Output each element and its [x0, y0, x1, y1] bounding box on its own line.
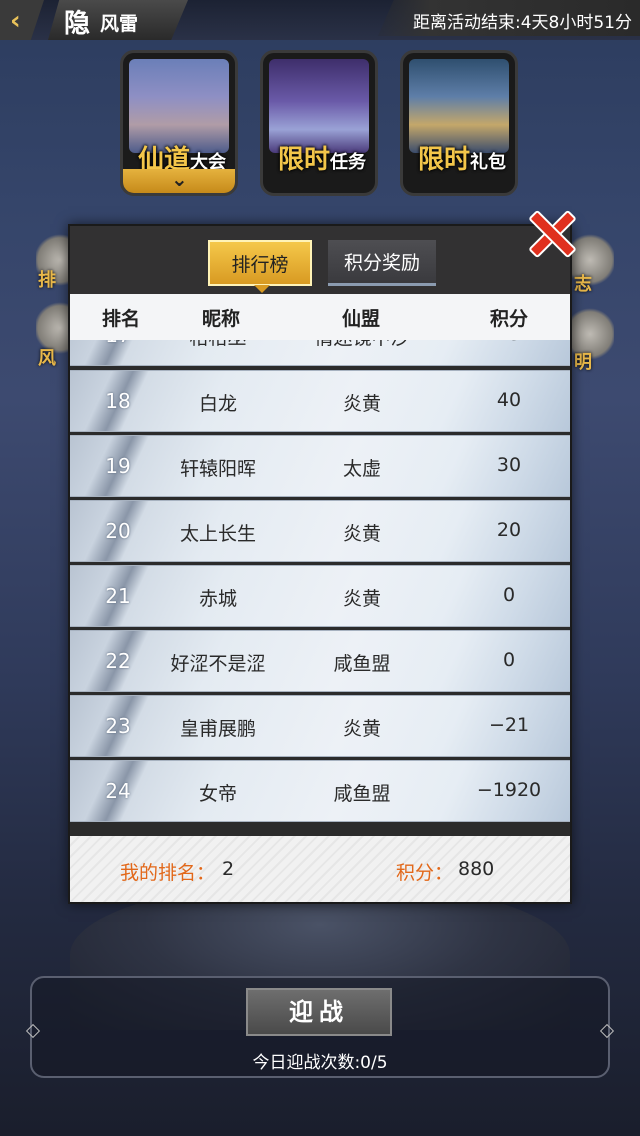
row-nickname: 太上长生 [179, 523, 256, 545]
close-icon[interactable] [526, 208, 578, 260]
column-rank: 排名 [101, 308, 140, 330]
row-alliance: 炎黄 [342, 588, 381, 610]
row-score: 0 [502, 584, 516, 606]
row-nickname: 赤城 [198, 588, 237, 610]
my-score-label: 积分： [396, 862, 454, 884]
table-row: 18 白龙 炎黄 40 [70, 370, 570, 432]
player-title-tab: 隐 风雷 [48, 0, 188, 40]
row-rank: 21 [105, 584, 131, 608]
event-countdown: 距离活动结束:4天8小时51分 [413, 13, 632, 33]
row-nickname: 白龙 [198, 393, 237, 415]
hidden-char: 隐 [64, 9, 91, 39]
table-row: 20 太上长生 炎黄 20 [70, 500, 570, 562]
event-card-limited-quest[interactable]: 限时任务 [260, 50, 378, 196]
row-alliance: 炎黄 [342, 718, 381, 740]
chevron-down-icon: ⌄ [171, 167, 188, 191]
row-nickname: 女帝 [198, 783, 237, 805]
row-rank: 17 [86, 340, 150, 347]
tab-leaderboard[interactable]: 排行榜 [208, 240, 312, 293]
row-nickname: 好涩不是涩 [170, 653, 266, 675]
row-score: −21 [488, 714, 530, 736]
column-score: 积分 [489, 308, 528, 330]
event-label: 限时礼包 [417, 145, 506, 175]
row-nickname: 皇甫展鹏 [179, 718, 256, 740]
row-rank: 18 [105, 389, 131, 413]
row-rank: 24 [105, 779, 131, 803]
chevron-left-icon: ‹ [10, 6, 21, 36]
ranking-modal: 排行榜 积分奖励 排名 昵称 仙盟 积分 17 格格巫 情迷镜中沙 73 18 … [68, 224, 572, 904]
event-label: 限时任务 [277, 145, 366, 175]
player-name: 风雷 [100, 13, 139, 35]
event-card-limited-pack[interactable]: 限时礼包 [400, 50, 518, 196]
side-label: 风 [38, 348, 56, 369]
row-score: 40 [496, 389, 522, 411]
row-rank: 22 [105, 649, 131, 673]
row-nickname: 轩辕阳晖 [179, 458, 256, 480]
event-card-immortal-conference[interactable]: 仙道大会 ⌄ [120, 50, 238, 196]
row-rank: 19 [105, 454, 131, 478]
column-alliance: 仙盟 [341, 308, 380, 330]
diamond-icon [599, 1023, 615, 1039]
ranking-list[interactable]: 17 格格巫 情迷镜中沙 73 18 白龙 炎黄 40 19 轩辕阳晖 太虚 3… [70, 340, 570, 836]
side-label: 排 [38, 270, 56, 291]
table-row: 21 赤城 炎黄 0 [70, 565, 570, 627]
row-score: 30 [496, 454, 522, 476]
row-alliance: 情迷镜中沙 [310, 340, 414, 350]
row-nickname: 格格巫 [166, 340, 270, 350]
my-rank-label: 我的排名： [120, 862, 216, 884]
active-indicator: ⌄ [123, 167, 235, 193]
row-alliance: 咸鱼盟 [333, 653, 391, 675]
row-score: 0 [502, 649, 516, 671]
row-score: 20 [496, 519, 522, 541]
table-row: 23 皇甫展鹏 炎黄 −21 [70, 695, 570, 757]
row-alliance: 咸鱼盟 [333, 783, 391, 805]
row-rank: 20 [105, 519, 131, 543]
fight-button[interactable]: 迎战 [246, 988, 392, 1036]
table-row: 24 女帝 咸鱼盟 −1920 [70, 760, 570, 822]
row-alliance: 炎黄 [342, 393, 381, 415]
side-label: 明 [574, 352, 592, 373]
diamond-icon [25, 1023, 41, 1039]
my-ranking-footer: 我的排名： 2 积分： 880 [70, 836, 570, 902]
countdown-box: 距离活动结束:4天8小时51分 [378, 0, 640, 36]
table-header: 排名 昵称 仙盟 积分 [70, 294, 570, 340]
table-row: 19 轩辕阳晖 太虚 30 [70, 435, 570, 497]
my-rank-value: 2 [222, 858, 235, 880]
daily-fight-count: 今日迎战次数:0/5 [252, 1053, 388, 1073]
table-row: 17 格格巫 情迷镜中沙 73 [70, 340, 570, 366]
row-alliance: 炎黄 [342, 523, 381, 545]
tab-score-rewards[interactable]: 积分奖励 [328, 240, 436, 286]
row-score: 73 [450, 340, 568, 345]
side-label: 志 [574, 274, 592, 295]
row-alliance: 太虚 [342, 458, 381, 480]
row-score: −1920 [476, 779, 542, 801]
table-row: 22 好涩不是涩 咸鱼盟 0 [70, 630, 570, 692]
column-nickname: 昵称 [201, 308, 240, 330]
my-score-value: 880 [458, 858, 495, 880]
row-rank: 23 [105, 714, 131, 738]
